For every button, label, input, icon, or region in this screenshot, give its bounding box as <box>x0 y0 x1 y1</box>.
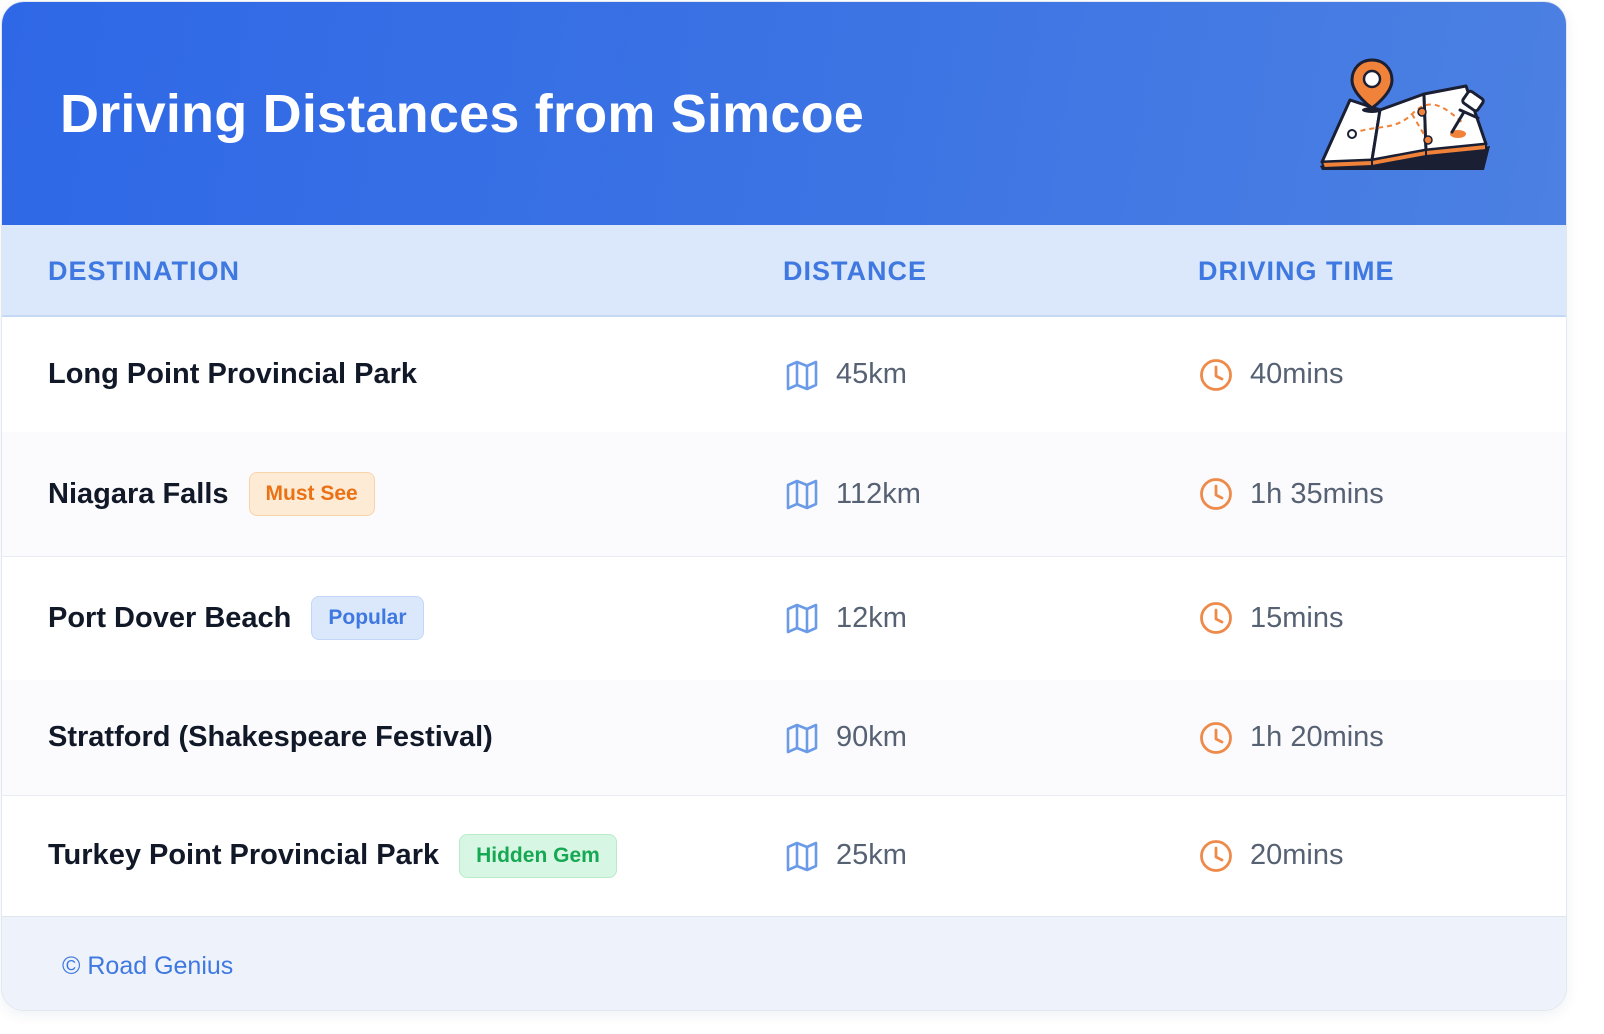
driving-time-cell: 1h 35mins <box>1198 432 1384 556</box>
clock-icon <box>1198 600 1234 636</box>
driving-time-value: 1h 35mins <box>1250 477 1384 510</box>
map-icon <box>784 357 820 393</box>
clock-icon <box>1198 720 1234 756</box>
table-row: Niagara Falls Must See 112km 1h 35mins <box>2 432 1566 557</box>
distance-value: 12km <box>836 601 907 634</box>
distance-value: 45km <box>836 358 907 390</box>
distance-cell: 90km <box>784 680 907 795</box>
distance-value: 90km <box>836 721 907 753</box>
destination-badge: Hidden Gem <box>459 833 617 878</box>
table-row: Port Dover Beach Popular 12km 15mins <box>2 556 1566 681</box>
destination-cell: Long Point Provincial Park <box>48 317 417 432</box>
driving-time-value: 20mins <box>1250 839 1344 871</box>
card-header: Driving Distances from Simcoe <box>2 2 1566 225</box>
destination-badge: Must See <box>248 472 375 516</box>
destination-cell: Turkey Point Provincial Park Hidden Gem <box>48 795 617 916</box>
map-icon <box>784 838 820 874</box>
distance-cell: 25km <box>784 795 907 916</box>
table-row: Turkey Point Provincial Park Hidden Gem 25… <box>2 795 1566 917</box>
distance-cell: 45km <box>784 317 907 432</box>
destination-badge: Popular <box>311 596 424 640</box>
column-header-driving-time: DRIVING TIME <box>1198 256 1395 286</box>
table-row: Long Point Provincial Park 45km 40mins <box>2 317 1566 433</box>
destination-name: Long Point Provincial Park <box>48 358 418 390</box>
driving-time-value: 40mins <box>1250 358 1344 390</box>
table-row: Stratford (Shakespeare Festival) 90km 1h 2… <box>2 680 1566 796</box>
clock-icon <box>1198 838 1234 874</box>
driving-time-cell: 1h 20mins <box>1198 680 1384 795</box>
distance-value: 25km <box>836 839 907 871</box>
driving-time-cell: 15mins <box>1198 556 1344 680</box>
map-with-pins-icon <box>1320 58 1490 170</box>
table-header: DESTINATION DISTANCE DRIVING TIME <box>2 225 1566 317</box>
driving-time-value: 1h 20mins <box>1250 721 1384 753</box>
map-icon <box>784 600 820 636</box>
distance-cell: 12km <box>784 556 907 680</box>
destination-cell: Port Dover Beach Popular <box>48 556 424 680</box>
column-header-distance: DISTANCE <box>783 256 928 286</box>
distance-card: Driving Distances from Simcoe DESTINATIO… <box>2 2 1566 1010</box>
map-icon <box>784 476 820 512</box>
distance-cell: 112km <box>784 432 921 556</box>
clock-icon <box>1198 357 1234 393</box>
map-icon <box>784 720 820 756</box>
clock-icon <box>1198 476 1234 512</box>
destination-cell: Niagara Falls Must See <box>48 432 375 556</box>
page-title: Driving Distances from Simcoe <box>60 84 865 144</box>
driving-time-cell: 20mins <box>1198 795 1344 916</box>
card-footer: © Road Genius <box>2 916 1566 1010</box>
destination-name: Turkey Point Provincial Park <box>48 839 440 871</box>
column-header-destination: DESTINATION <box>48 256 240 286</box>
destination-name: Stratford (Shakespeare Festival) <box>48 721 493 753</box>
footer-credit: © Road Genius <box>62 952 234 980</box>
destination-name: Niagara Falls <box>48 477 229 510</box>
destination-name: Port Dover Beach <box>48 601 292 634</box>
destination-cell: Stratford (Shakespeare Festival) <box>48 680 493 795</box>
driving-time-value: 15mins <box>1250 601 1344 634</box>
driving-time-cell: 40mins <box>1198 317 1344 432</box>
distance-value: 112km <box>836 477 921 510</box>
